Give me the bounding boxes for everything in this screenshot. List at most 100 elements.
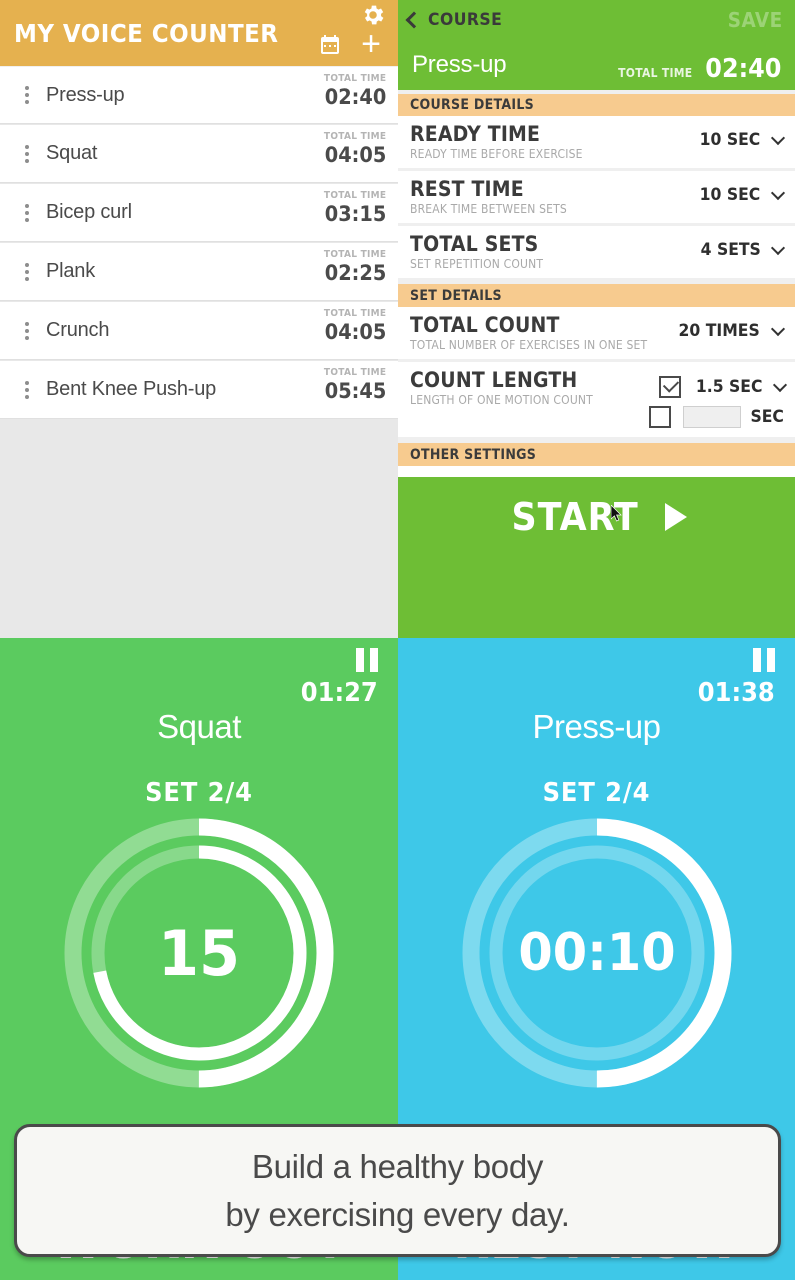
drag-handle-icon[interactable] bbox=[8, 380, 46, 399]
exercise-name: Press-up bbox=[46, 83, 125, 106]
setting-row-total-sets[interactable]: TOTAL SETS SET REPETITION COUNT 4 SETS bbox=[398, 226, 795, 281]
count-length-controls: 1.5 SEC SEC bbox=[648, 372, 788, 432]
app-title: MY VOICE COUNTER bbox=[14, 18, 279, 48]
app-screenshot: MY VOICE COUNTER + Press-up TOTAL TIME 0… bbox=[0, 0, 795, 1280]
setting-value: 10 SEC bbox=[699, 130, 761, 150]
exercise-list-screen: MY VOICE COUNTER + Press-up TOTAL TIME 0… bbox=[0, 0, 398, 638]
setting-value: 20 TIMES bbox=[678, 321, 760, 341]
exercise-total-time: TOTAL TIME 02:25 bbox=[317, 249, 386, 285]
section-header-course-details: COURSE DETAILS bbox=[398, 90, 795, 116]
list-item[interactable]: Squat TOTAL TIME 04:05 bbox=[0, 125, 398, 183]
setting-row-count-length[interactable]: COUNT LENGTH LENGTH OF ONE MOTION COUNT … bbox=[398, 362, 795, 440]
exercise-name: Squat bbox=[46, 142, 98, 164]
app-bar-icons: + bbox=[288, 0, 398, 66]
section-title: SET DETAILS bbox=[410, 287, 502, 304]
course-total-time: TOTAL TIME 02:40 bbox=[614, 54, 785, 84]
rest-timer-header: 01:38 bbox=[692, 648, 775, 708]
calendar-icon[interactable] bbox=[318, 33, 342, 57]
rest-count-value: 00:10 bbox=[517, 923, 676, 983]
chevron-down-icon bbox=[770, 130, 786, 146]
setting-row-rest-time[interactable]: REST TIME BREAK TIME BETWEEN SETS 10 SEC bbox=[398, 171, 795, 226]
rest-progress-ring: 00:10 bbox=[457, 813, 737, 1093]
drag-handle-icon[interactable] bbox=[8, 86, 46, 104]
total-time-value: 02:25 bbox=[324, 261, 386, 285]
chevron-down-icon bbox=[770, 185, 786, 201]
total-time-value: 04:05 bbox=[324, 143, 386, 167]
drag-handle-icon[interactable] bbox=[8, 203, 46, 222]
section-header-other-settings: OTHER SETTINGS bbox=[398, 440, 795, 466]
banner-line-1: Build a healthy body bbox=[251, 1147, 544, 1185]
setting-row-ready-time[interactable]: READY TIME READY TIME BEFORE EXERCISE 10… bbox=[398, 116, 795, 171]
setting-value-dropdown[interactable]: 4 SETS bbox=[698, 240, 786, 260]
pause-icon[interactable] bbox=[692, 648, 775, 672]
checkbox-custom[interactable] bbox=[648, 406, 671, 428]
setting-value: 10 SEC bbox=[699, 185, 761, 205]
total-time-label: TOTAL TIME bbox=[323, 131, 386, 142]
count-length-preset-row[interactable]: 1.5 SEC bbox=[649, 372, 788, 402]
total-time-value: 05:45 bbox=[324, 379, 386, 403]
exercise-total-time: TOTAL TIME 03:15 bbox=[317, 190, 386, 226]
count-length-custom-row[interactable]: SEC bbox=[648, 402, 785, 432]
workout-progress-ring: 15 bbox=[59, 813, 339, 1093]
list-item[interactable]: Crunch TOTAL TIME 04:05 bbox=[0, 302, 398, 360]
exercise-total-time: TOTAL TIME 04:05 bbox=[317, 131, 386, 167]
total-time-value: 02:40 bbox=[324, 85, 386, 109]
save-button[interactable]: SAVE bbox=[728, 8, 783, 32]
start-button[interactable]: START bbox=[398, 477, 795, 638]
course-top-bar: COURSE SAVE bbox=[398, 0, 795, 40]
play-icon bbox=[664, 503, 687, 531]
course-detail-screen: COURSE SAVE Press-up TOTAL TIME 02:40 CO… bbox=[398, 0, 795, 638]
total-time-label: TOTAL TIME bbox=[323, 367, 386, 378]
exercise-name: Crunch bbox=[46, 319, 110, 341]
list-item[interactable]: Bicep curl TOTAL TIME 03:15 bbox=[0, 184, 398, 242]
total-time-label: TOTAL TIME bbox=[323, 249, 386, 260]
exercise-name: Bicep curl bbox=[46, 201, 132, 223]
total-time-value: 03:15 bbox=[324, 202, 386, 226]
list-item[interactable]: Press-up TOTAL TIME 02:40 bbox=[0, 66, 398, 124]
custom-unit-label: SEC bbox=[750, 407, 784, 427]
preset-value: 1.5 SEC bbox=[695, 377, 763, 397]
workout-exercise-name: Squat bbox=[157, 708, 241, 745]
section-header-set-details: SET DETAILS bbox=[398, 281, 795, 307]
workout-timer-header: 01:27 bbox=[295, 648, 378, 708]
total-time-label: TOTAL TIME bbox=[323, 190, 386, 201]
list-item[interactable]: Plank TOTAL TIME 02:25 bbox=[0, 243, 398, 301]
drag-handle-icon[interactable] bbox=[8, 321, 46, 340]
setting-value-dropdown[interactable]: 10 SEC bbox=[697, 130, 786, 150]
list-item[interactable]: Bent Knee Push-up TOTAL TIME 05:45 bbox=[0, 361, 398, 419]
chevron-down-icon bbox=[770, 240, 786, 256]
promo-banner: Build a healthy body by exercising every… bbox=[14, 1124, 781, 1257]
chevron-down-icon bbox=[772, 377, 788, 393]
total-time-value: 04:05 bbox=[324, 320, 386, 344]
workout-count-value: 15 bbox=[158, 916, 240, 990]
course-subheader: Press-up TOTAL TIME 02:40 bbox=[398, 40, 795, 90]
drag-handle-icon[interactable] bbox=[8, 262, 46, 281]
exercise-total-time: TOTAL TIME 05:45 bbox=[317, 367, 386, 403]
rest-exercise-name: Press-up bbox=[532, 708, 661, 745]
chevron-left-icon bbox=[405, 11, 423, 29]
elapsed-clock: 01:38 bbox=[698, 678, 775, 708]
back-button[interactable]: COURSE bbox=[405, 10, 509, 30]
drag-handle-icon[interactable] bbox=[8, 144, 46, 163]
app-bar: MY VOICE COUNTER + bbox=[0, 0, 398, 66]
setting-value: 4 SETS bbox=[700, 240, 761, 260]
total-time-label: TOTAL TIME bbox=[323, 73, 386, 84]
banner-line-2: by exercising every day. bbox=[225, 1195, 570, 1233]
workout-set-label: SET 2/4 bbox=[145, 778, 253, 808]
setting-value-dropdown[interactable]: 20 TIMES bbox=[675, 321, 786, 341]
setting-row-total-count[interactable]: TOTAL COUNT TOTAL NUMBER OF EXERCISES IN… bbox=[398, 307, 795, 362]
custom-seconds-input[interactable] bbox=[682, 406, 741, 428]
course-name: Press-up bbox=[412, 51, 507, 78]
total-time-value: 02:40 bbox=[705, 54, 782, 84]
section-title: COURSE DETAILS bbox=[410, 97, 534, 113]
checkbox-preset[interactable] bbox=[658, 376, 681, 398]
exercise-name: Plank bbox=[46, 260, 96, 282]
setting-value-dropdown[interactable]: 10 SEC bbox=[697, 185, 786, 205]
total-time-label: TOTAL TIME bbox=[323, 308, 386, 319]
back-label: COURSE bbox=[428, 10, 503, 30]
chevron-down-icon bbox=[770, 321, 786, 337]
add-icon[interactable]: + bbox=[358, 27, 384, 61]
section-title: OTHER SETTINGS bbox=[410, 446, 537, 463]
total-time-label: TOTAL TIME bbox=[617, 66, 693, 80]
pause-icon[interactable] bbox=[295, 648, 378, 672]
